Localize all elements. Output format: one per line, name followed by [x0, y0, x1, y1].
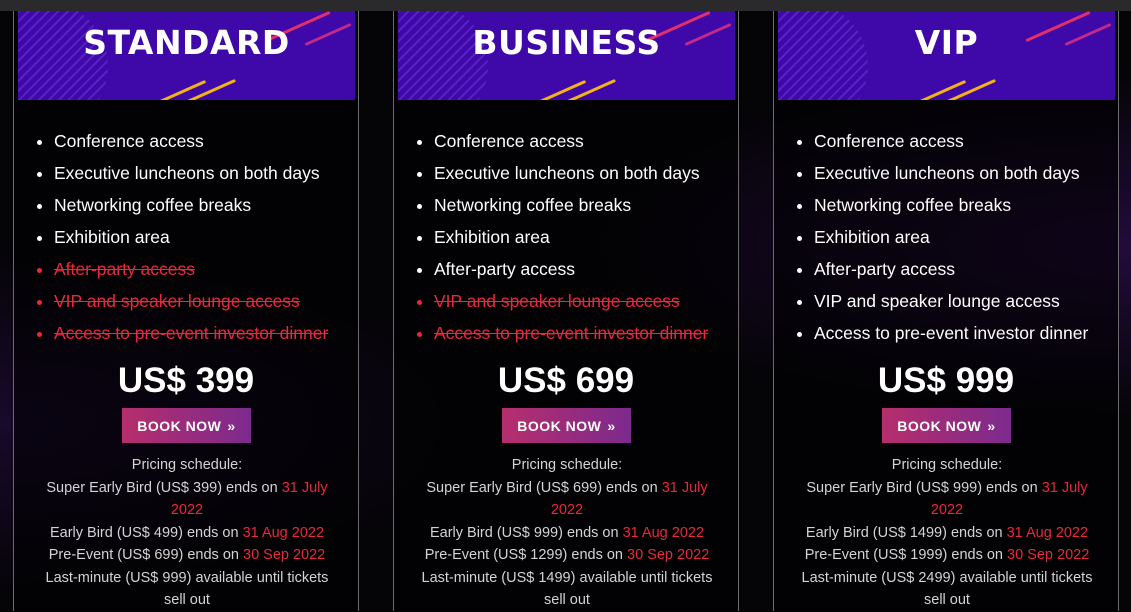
feature-item: Executive luncheons on both days [54, 157, 328, 189]
schedule-date: 31 Aug 2022 [242, 524, 325, 541]
schedule-heading: Pricing schedule: [131, 457, 243, 473]
book-now-button[interactable]: BOOK NOW » [122, 408, 251, 443]
schedule-date: 30 Sep 2022 [1007, 547, 1090, 563]
plan-title: BUSINESS [472, 23, 661, 62]
schedule-text: Pre-Event (US$ 1299) ends on [424, 547, 628, 563]
schedule-text: Early Bird (US$ 999) ends on [429, 524, 623, 541]
schedule-last-minute: Last-minute (US$ 999) available until ti… [45, 569, 329, 609]
schedule-super-early: Super Early Bird (US$ 999) ends on 31 Ju… [794, 477, 1100, 522]
feature-item: Networking coffee breaks [814, 189, 1088, 221]
plan-price: US$ 399 [117, 361, 255, 400]
schedule-date: 31 Aug 2022 [622, 524, 705, 541]
plan-banner: VIP [778, 11, 1115, 100]
feature-item: After-party access [814, 253, 1088, 285]
feature-item: Executive luncheons on both days [434, 157, 708, 189]
plan-price: US$ 999 [877, 361, 1015, 400]
schedule-pre-event: Pre-Event (US$ 1999) ends on 30 Sep 2022 [794, 544, 1100, 567]
feature-item-excluded: VIP and speaker lounge access [434, 285, 708, 317]
plan-banner: STANDARD [18, 11, 355, 100]
schedule-early: Early Bird (US$ 999) ends on 31 Aug 2022 [414, 522, 720, 545]
schedule-last-minute: Last-minute (US$ 1499) available until t… [421, 569, 713, 609]
top-bar [0, 0, 1131, 11]
feature-item: Exhibition area [54, 221, 328, 253]
feature-list: Conference access Executive luncheons on… [32, 125, 328, 349]
feature-item-excluded: After-party access [54, 253, 328, 285]
feature-item: Exhibition area [434, 221, 708, 253]
pricing-card-standard: STANDARD Conference access Executive lun… [13, 11, 359, 611]
schedule-super-early: Super Early Bird (US$ 399) ends on 31 Ju… [34, 477, 340, 522]
feature-item: VIP and speaker lounge access [814, 285, 1088, 317]
double-chevron-right-icon: » [607, 417, 616, 434]
schedule-super-early: Super Early Bird (US$ 699) ends on 31 Ju… [414, 477, 720, 522]
feature-item: After-party access [434, 253, 708, 285]
plan-title: STANDARD [83, 23, 290, 62]
pricing-card-vip: VIP Conference access Executive luncheon… [773, 11, 1119, 611]
plan-title: VIP [914, 23, 979, 62]
feature-item-excluded: VIP and speaker lounge access [54, 285, 328, 317]
pricing-schedule: Pricing schedule: Super Early Bird (US$ … [34, 454, 340, 612]
feature-item: Conference access [54, 125, 328, 157]
schedule-text: Super Early Bird (US$ 999) ends on [806, 479, 1042, 496]
schedule-text: Early Bird (US$ 499) ends on [49, 524, 243, 541]
plan-banner: BUSINESS [398, 11, 735, 100]
book-now-label: BOOK NOW [517, 417, 602, 434]
double-chevron-right-icon: » [987, 417, 996, 434]
schedule-pre-event: Pre-Event (US$ 699) ends on 30 Sep 2022 [34, 544, 340, 567]
schedule-date: 31 Aug 2022 [1006, 524, 1089, 541]
schedule-text: Pre-Event (US$ 1999) ends on [804, 547, 1008, 563]
schedule-text: Super Early Bird (US$ 699) ends on [426, 479, 662, 496]
feature-item: Executive luncheons on both days [814, 157, 1088, 189]
schedule-pre-event: Pre-Event (US$ 1299) ends on 30 Sep 2022 [414, 544, 720, 567]
plan-price: US$ 699 [497, 361, 635, 400]
feature-list: Conference access Executive luncheons on… [792, 125, 1088, 349]
schedule-date: 30 Sep 2022 [243, 547, 326, 563]
feature-item: Networking coffee breaks [54, 189, 328, 221]
book-now-label: BOOK NOW [137, 417, 222, 434]
schedule-heading: Pricing schedule: [511, 457, 623, 473]
book-now-button[interactable]: BOOK NOW » [502, 408, 631, 443]
schedule-early: Early Bird (US$ 1499) ends on 31 Aug 202… [794, 522, 1100, 545]
schedule-heading: Pricing schedule: [891, 457, 1003, 473]
feature-item: Exhibition area [814, 221, 1088, 253]
schedule-text: Super Early Bird (US$ 399) ends on [46, 479, 282, 496]
book-now-label: BOOK NOW [897, 417, 982, 434]
pricing-card-business: BUSINESS Conference access Executive lun… [393, 11, 739, 611]
feature-item: Networking coffee breaks [434, 189, 708, 221]
book-now-button[interactable]: BOOK NOW » [882, 408, 1011, 443]
schedule-date: 30 Sep 2022 [627, 547, 710, 563]
schedule-early: Early Bird (US$ 499) ends on 31 Aug 2022 [34, 522, 340, 545]
pricing-schedule: Pricing schedule: Super Early Bird (US$ … [414, 454, 720, 612]
feature-list: Conference access Executive luncheons on… [412, 125, 708, 349]
feature-item-excluded: Access to pre-event investor dinner [54, 317, 328, 349]
feature-item-excluded: Access to pre-event investor dinner [434, 317, 708, 349]
feature-item: Access to pre-event investor dinner [814, 317, 1088, 349]
pricing-schedule: Pricing schedule: Super Early Bird (US$ … [794, 454, 1100, 612]
schedule-last-minute: Last-minute (US$ 2499) available until t… [801, 569, 1093, 609]
feature-item: Conference access [814, 125, 1088, 157]
double-chevron-right-icon: » [227, 417, 236, 434]
schedule-text: Pre-Event (US$ 699) ends on [48, 547, 243, 563]
schedule-text: Early Bird (US$ 1499) ends on [805, 524, 1007, 541]
feature-item: Conference access [434, 125, 708, 157]
